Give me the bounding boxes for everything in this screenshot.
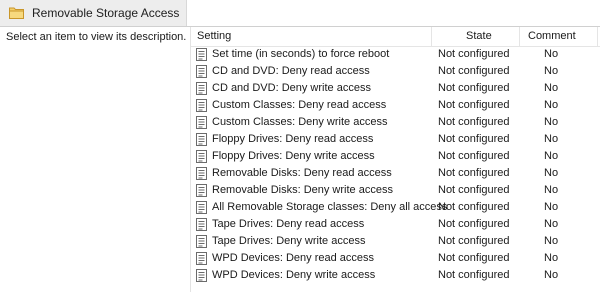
setting-state: Not configured [438, 184, 510, 196]
setting-state: Not configured [438, 269, 510, 281]
setting-name: Custom Classes: Deny read access [212, 99, 387, 111]
policy-setting-icon [196, 252, 207, 265]
table-row[interactable]: Custom Classes: Deny write access Not con… [191, 114, 600, 131]
setting-state: Not configured [438, 218, 510, 230]
setting-name: WPD Devices: Deny read access [212, 252, 374, 264]
policy-setting-icon [196, 82, 207, 95]
setting-name: Set time (in seconds) to force reboot [212, 48, 390, 60]
setting-name: Custom Classes: Deny write access [212, 116, 388, 128]
policy-setting-icon [196, 184, 207, 197]
setting-comment: No [544, 99, 559, 111]
policy-setting-icon [196, 48, 207, 61]
setting-state: Not configured [438, 133, 510, 145]
setting-state: Not configured [438, 48, 510, 60]
table-row[interactable]: WPD Devices: Deny read access Not configu… [191, 250, 600, 267]
setting-name: All Removable Storage classes: Deny all … [212, 201, 448, 213]
setting-state: Not configured [438, 150, 510, 162]
setting-name: CD and DVD: Deny write access [212, 82, 371, 94]
table-row[interactable]: CD and DVD: Deny write access Not configu… [191, 80, 600, 97]
description-pane: Select an item to view its description. [0, 27, 191, 292]
setting-state: Not configured [438, 252, 510, 264]
setting-comment: No [544, 65, 559, 77]
table-row[interactable]: Removable Disks: Deny write access Not co… [191, 182, 600, 199]
policy-setting-icon [196, 150, 207, 163]
table-row[interactable]: Custom Classes: Deny read access Not conf… [191, 97, 600, 114]
setting-state: Not configured [438, 201, 510, 213]
table-row[interactable]: Floppy Drives: Deny write access Not conf… [191, 148, 600, 165]
policy-setting-icon [196, 235, 207, 248]
table-row[interactable]: Tape Drives: Deny write access Not config… [191, 233, 600, 250]
column-header-setting[interactable]: Setting [197, 27, 231, 46]
description-text: Select an item to view its description. [6, 31, 187, 43]
policy-setting-icon [196, 201, 207, 214]
setting-state: Not configured [438, 99, 510, 111]
folder-icon [9, 7, 24, 19]
policy-setting-icon [196, 99, 207, 112]
policy-setting-icon [196, 218, 207, 231]
setting-name: Tape Drives: Deny write access [212, 235, 366, 247]
policy-setting-icon [196, 269, 207, 282]
setting-comment: No [544, 167, 559, 179]
setting-state: Not configured [438, 235, 510, 247]
window-title: Removable Storage Access [32, 6, 180, 20]
column-divider[interactable] [431, 27, 432, 46]
setting-state: Not configured [438, 116, 510, 128]
setting-name: CD and DVD: Deny read access [212, 65, 370, 77]
setting-comment: No [544, 48, 559, 60]
setting-comment: No [544, 201, 559, 213]
setting-name: Removable Disks: Deny write access [212, 184, 393, 196]
column-divider[interactable] [519, 27, 520, 46]
table-row[interactable]: All Removable Storage classes: Deny all … [191, 199, 600, 216]
setting-state: Not configured [438, 82, 510, 94]
setting-comment: No [544, 116, 559, 128]
setting-comment: No [544, 235, 559, 247]
setting-state: Not configured [438, 167, 510, 179]
table-row[interactable]: Set time (in seconds) to force reboot Not… [191, 46, 600, 63]
table-row[interactable]: CD and DVD: Deny read access Not configur… [191, 63, 600, 80]
setting-name: WPD Devices: Deny write access [212, 269, 376, 281]
setting-comment: No [544, 218, 559, 230]
setting-name: Floppy Drives: Deny read access [212, 133, 374, 145]
setting-comment: No [544, 252, 559, 264]
column-divider[interactable] [597, 27, 598, 46]
setting-name: Removable Disks: Deny read access [212, 167, 392, 179]
setting-comment: No [544, 184, 559, 196]
column-header-state[interactable]: State [466, 27, 492, 46]
setting-name: Floppy Drives: Deny write access [212, 150, 375, 162]
policy-setting-icon [196, 116, 207, 129]
table-row[interactable]: Tape Drives: Deny read access Not configu… [191, 216, 600, 233]
policy-setting-icon [196, 167, 207, 180]
setting-comment: No [544, 82, 559, 94]
setting-state: Not configured [438, 65, 510, 77]
setting-name: Tape Drives: Deny read access [212, 218, 365, 230]
column-header-comment[interactable]: Comment [528, 27, 576, 46]
table-row[interactable]: Removable Disks: Deny read access Not con… [191, 165, 600, 182]
settings-rows: Set time (in seconds) to force reboot Not… [191, 46, 600, 284]
list-header: Setting State Comment [191, 27, 600, 47]
setting-comment: No [544, 133, 559, 145]
policy-setting-icon [196, 65, 207, 78]
title-tab: Removable Storage Access [0, 0, 187, 26]
setting-comment: No [544, 269, 559, 281]
title-bar: Removable Storage Access [0, 0, 600, 26]
table-row[interactable]: Floppy Drives: Deny read access Not confi… [191, 131, 600, 148]
setting-comment: No [544, 150, 559, 162]
policy-setting-icon [196, 133, 207, 146]
table-row[interactable]: WPD Devices: Deny write access Not config… [191, 267, 600, 284]
settings-list: Setting State Comment Set time (in secon… [191, 27, 600, 292]
